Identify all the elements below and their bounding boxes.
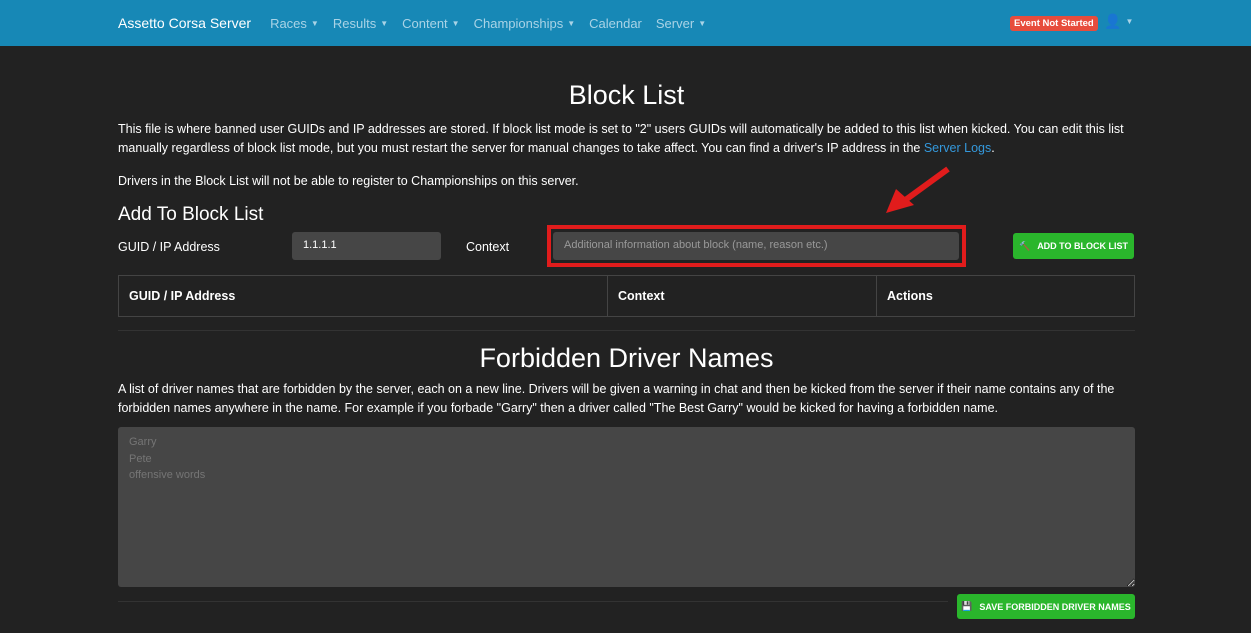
caret-down-icon: ▼ — [567, 18, 576, 28]
nav-calendar[interactable]: Calendar — [589, 16, 642, 31]
block-list-description: This file is where banned user GUIDs and… — [118, 120, 1135, 158]
block-list-note: Drivers in the Block List will not be ab… — [118, 174, 579, 188]
column-header: Context — [607, 275, 877, 317]
block-list-section: Block List This file is where banned use… — [118, 80, 1135, 226]
save-icon: 💾 — [961, 601, 973, 611]
forbidden-names-section: Forbidden Driver Names A list of driver … — [118, 343, 1135, 418]
navbar: Assetto Corsa Server Races ▼ Results ▼ Con… — [0, 0, 1251, 46]
divider — [118, 330, 1135, 331]
nav-label: Races — [270, 15, 307, 31]
caret-down-icon: ▼ — [698, 18, 707, 28]
add-block-heading: Add To Block List — [118, 204, 264, 225]
column-header: GUID / IP Address — [118, 275, 608, 317]
user-menu[interactable]: 👤 ▼ — [1104, 13, 1133, 30]
add-to-block-list-button[interactable]: 🔨 ADD TO BLOCK LIST — [1013, 233, 1134, 259]
column-header: Actions — [876, 275, 1135, 317]
nav-label: Content — [402, 15, 448, 31]
nav-results[interactable]: Results ▼ — [333, 16, 388, 31]
context-input[interactable]: Additional information about block (name… — [553, 232, 959, 260]
caret-down-icon: ▼ — [1125, 17, 1134, 26]
gavel-icon: 🔨 — [1018, 240, 1031, 251]
status-badge: Event Not Started — [1010, 16, 1098, 31]
nav-server[interactable]: Server ▼ — [656, 16, 706, 31]
brand-link[interactable]: Assetto Corsa Server — [118, 15, 251, 31]
server-logs-link[interactable]: Server Logs — [924, 141, 991, 155]
nav-label: Results — [332, 15, 377, 31]
nav-label: Championships — [473, 15, 564, 31]
page-title: Block List — [568, 80, 685, 110]
caret-down-icon: ▼ — [310, 18, 319, 28]
block-list-table: GUID / IP Address Context Actions — [118, 275, 1135, 317]
nav-label: Calendar — [589, 15, 642, 31]
button-label: ADD TO BLOCK LIST — [1037, 241, 1129, 251]
nav-races[interactable]: Races ▼ — [270, 16, 319, 31]
table-header-row: GUID / IP Address Context Actions — [118, 275, 1135, 317]
button-label: SAVE FORBIDDEN DRIVER NAMES — [979, 601, 1131, 612]
arrow-annotation-icon — [886, 166, 950, 213]
desc-text: . — [991, 141, 995, 155]
divider — [118, 601, 948, 602]
forbidden-title: Forbidden Driver Names — [479, 343, 774, 373]
caret-down-icon: ▼ — [451, 18, 460, 28]
forbidden-names-textarea[interactable] — [118, 427, 1135, 587]
nav-label: Server — [655, 15, 695, 31]
nav-content[interactable]: Content ▼ — [402, 16, 459, 31]
guid-label: GUID / IP Address — [118, 240, 220, 254]
nav-championships[interactable]: Championships ▼ — [474, 16, 576, 31]
save-forbidden-names-button[interactable]: 💾 SAVE FORBIDDEN DRIVER NAMES — [957, 594, 1135, 619]
context-label: Context — [466, 240, 510, 254]
forbidden-description: A list of driver names that are forbidde… — [118, 382, 1115, 415]
user-icon: 👤 — [1104, 13, 1122, 29]
guid-input[interactable]: 1.1.1.1 — [292, 232, 441, 260]
caret-down-icon: ▼ — [380, 18, 389, 28]
